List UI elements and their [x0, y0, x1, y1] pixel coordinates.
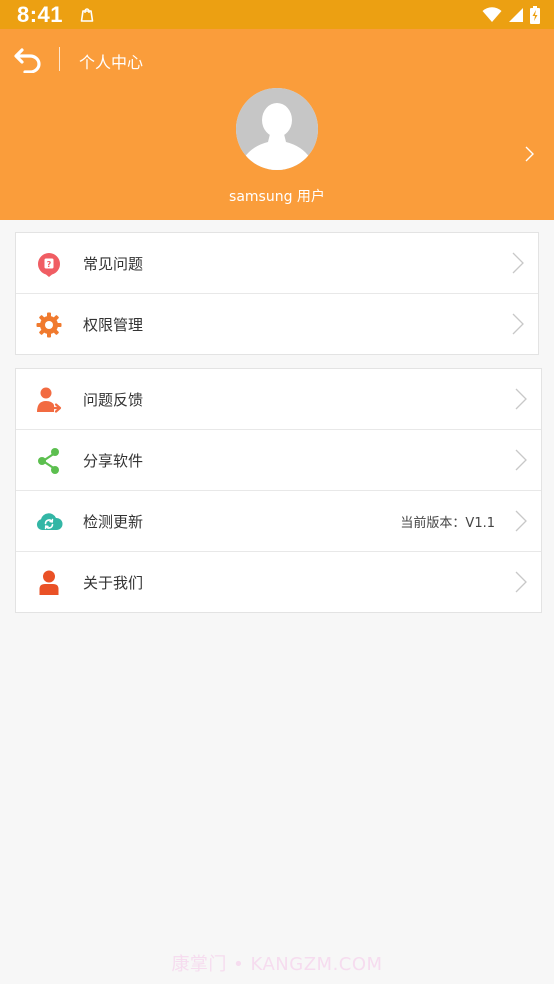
menu-item-update-label: 检测更新 [83, 513, 144, 531]
gear-icon [36, 312, 62, 338]
menu-group-general: ? 常见问题 权限管理 [15, 232, 539, 355]
cloud-sync-icon [36, 513, 63, 530]
chevron-right-icon [515, 510, 527, 532]
chevron-right-icon [515, 388, 527, 410]
current-version: 当前版本：V1.1 [400, 516, 495, 531]
notification-bag-icon [80, 8, 94, 22]
menu-item-feedback[interactable]: 问题反馈 [16, 369, 541, 430]
username: samsung 用户 [229, 189, 325, 205]
watermark: 康掌门 • KANGZM.COM [171, 954, 383, 975]
menu-item-about[interactable]: 关于我们 [16, 552, 541, 613]
back-arrow-icon[interactable] [14, 45, 44, 73]
share-icon [38, 448, 59, 474]
menu-item-share-label: 分享软件 [83, 452, 144, 470]
menu-item-about-label: 关于我们 [83, 574, 144, 592]
page-title: 个人中心 [79, 53, 144, 72]
menu-item-permissions-label: 权限管理 [83, 316, 144, 334]
menu-item-update[interactable]: 检测更新 当前版本：V1.1 [16, 491, 541, 552]
chevron-right-icon [512, 252, 524, 274]
signal-icon [509, 8, 523, 22]
profile-header: 个人中心 samsung 用户 [0, 29, 554, 220]
menu-item-share[interactable]: 分享软件 [16, 430, 541, 491]
menu-item-faq[interactable]: ? 常见问题 [16, 233, 538, 294]
svg-text:?: ? [47, 260, 52, 269]
menu-item-permissions[interactable]: 权限管理 [16, 294, 538, 355]
chevron-right-icon [512, 313, 524, 335]
status-bar: 8:41 [0, 0, 554, 29]
wifi-icon [482, 7, 502, 22]
menu-item-faq-label: 常见问题 [83, 255, 144, 273]
user-icon [39, 570, 59, 595]
default-avatar-icon [236, 88, 318, 170]
status-icons [482, 5, 540, 25]
header-divider [59, 47, 60, 71]
feedback-user-icon [37, 387, 62, 413]
avatar[interactable] [236, 88, 318, 170]
battery-icon [530, 6, 540, 24]
chevron-right-icon[interactable] [522, 145, 536, 163]
menu-group-about: 问题反馈 分享软件 检测更新 当前版本：V1.1 关于我们 [15, 368, 542, 613]
chevron-right-icon [515, 571, 527, 593]
menu-item-feedback-label: 问题反馈 [83, 391, 144, 409]
faq-bubble-icon: ? [38, 253, 60, 277]
chevron-right-icon [515, 449, 527, 471]
status-time: 8:41 [17, 2, 64, 27]
